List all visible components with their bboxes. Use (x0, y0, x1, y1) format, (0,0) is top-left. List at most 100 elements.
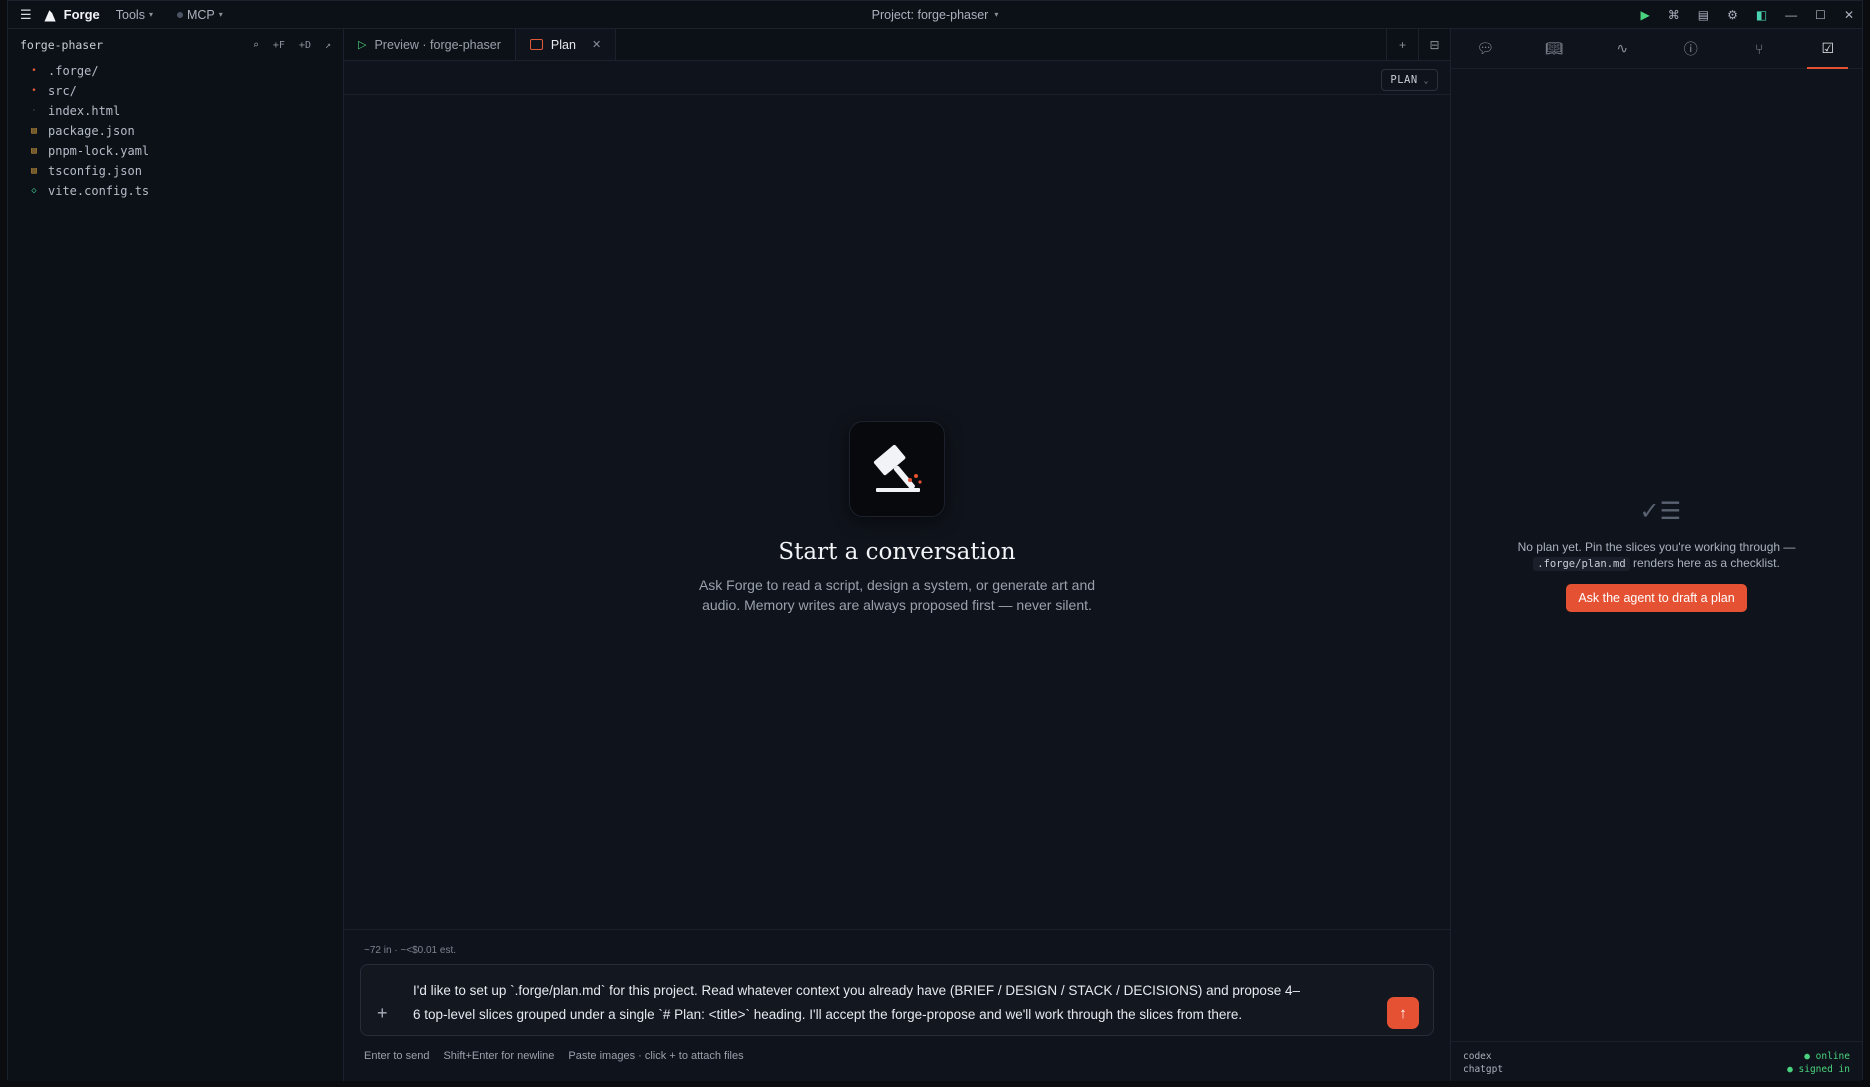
app-name: Forge (63, 7, 100, 22)
plan-file-path: .forge/plan.md (1533, 557, 1630, 571)
split-view-icon[interactable]: ⊟ (1418, 29, 1450, 60)
hint-newline: Shift+Enter for newline (443, 1050, 555, 1062)
message-line-2: 6 top-level slices grouped under a singl… (413, 1007, 1243, 1022)
tools-menu[interactable]: Tools ▾ (116, 8, 153, 22)
agent-name: codex (1463, 1051, 1492, 1062)
new-folder-button[interactable]: +D (299, 40, 311, 51)
checklist-icon: ✓☰ (1639, 498, 1682, 525)
file-name: .forge/ (48, 64, 99, 78)
project-label: Project: forge-phaser (871, 7, 989, 22)
file-name: vite.config.ts (48, 184, 150, 198)
reveal-icon[interactable]: ↗ (325, 40, 331, 51)
new-tab-button[interactable]: + (1386, 29, 1418, 60)
tab-label: Preview · forge-phaser (374, 37, 501, 52)
new-file-button[interactable]: +F (273, 40, 285, 51)
message-text[interactable]: I'd like to set up `.forge/plan.md` for … (413, 979, 1379, 1027)
git-branch-icon: ⑂ (1755, 40, 1764, 57)
mcp-menu-label: MCP (186, 7, 215, 22)
settings-icon[interactable]: ⚙ (1727, 8, 1738, 22)
tree-item-index-html[interactable]: · index.html (8, 101, 343, 121)
chevron-down-icon: ▾ (218, 10, 223, 19)
editor-tabbar: ▷ Preview · forge-phaser Plan ✕ + ⊟ (344, 29, 1450, 61)
hint-attach: Paste images · click + to attach files (568, 1050, 744, 1062)
hamburger-menu-icon[interactable]: ☰ (20, 7, 32, 23)
right-panel-tabs: 💬︎ 📖︎ ∿ ⓘ ⑂ ☑ (1451, 29, 1862, 69)
terminal-icon[interactable]: ▤ (1698, 8, 1709, 22)
file-name: src/ (48, 84, 77, 98)
file-icon: · (31, 106, 37, 116)
send-button[interactable]: ↑ (1387, 997, 1419, 1029)
right-panel: 💬︎ 📖︎ ∿ ⓘ ⑂ ☑ ✓☰ No plan yet. Pin the sl… (1450, 29, 1862, 1081)
tree-item-tsconfig[interactable]: ▤ tsconfig.json (8, 161, 343, 181)
folder-icon: • (31, 86, 37, 96)
title-bar: ☰ Forge Tools ▾ MCP ▾ Project: forge-pha… (8, 1, 1862, 29)
tree-item-forge[interactable]: • .forge/ (8, 61, 343, 81)
forge-logo-icon (44, 10, 56, 22)
tab-preview[interactable]: ▷ Preview · forge-phaser (344, 29, 516, 60)
file-tree: • .forge/ • src/ · index.html ▤ package.… (8, 61, 343, 201)
tab-label: Plan (550, 37, 576, 52)
chevron-down-icon: ⌄ (1423, 75, 1429, 85)
main-editor: ▷ Preview · forge-phaser Plan ✕ + ⊟ PLAN… (344, 29, 1450, 1081)
gavel-icon (849, 421, 945, 517)
plan-empty-line-1: No plan yet. Pin the slices you're worki… (1517, 540, 1796, 554)
yaml-file-icon: ▤ (31, 146, 37, 156)
search-files-icon[interactable]: ⌕ (253, 40, 259, 51)
empty-state: Start a conversation Ask Forge to read a… (344, 421, 1450, 615)
folder-icon: • (31, 66, 37, 76)
file-name: tsconfig.json (48, 164, 142, 178)
tree-item-vite-config[interactable]: ◇ vite.config.ts (8, 181, 343, 201)
tab-plan-checklist[interactable]: ☑ (1794, 29, 1863, 69)
app-brand: Forge (42, 7, 100, 22)
tab-activity[interactable]: ∿ (1588, 29, 1657, 68)
layout-toggle-icon[interactable]: ◧ (1756, 8, 1767, 22)
tab-git[interactable]: ⑂ (1725, 29, 1794, 68)
composer-area: ~72 in · ~<$0.01 est. + I'd like to set … (344, 929, 1450, 1081)
info-icon: ⓘ (1683, 40, 1698, 57)
arrow-up-icon: ↑ (1399, 1004, 1407, 1022)
app-window: ☰ Forge Tools ▾ MCP ▾ Project: forge-pha… (7, 0, 1863, 1081)
agent-status: codex ● online chatgpt ● signed in (1451, 1041, 1862, 1081)
file-name: package.json (48, 124, 135, 138)
minimize-icon[interactable]: — (1785, 8, 1797, 22)
mode-label: PLAN (1390, 74, 1418, 86)
agent-state: ● signed in (1787, 1064, 1850, 1075)
token-estimate: ~72 in · ~<$0.01 est. (364, 945, 457, 956)
file-explorer: forge-phaser ⌕ +F +D ↗ • .forge/ • src/ … (8, 29, 344, 1081)
hint-send: Enter to send (364, 1050, 430, 1062)
tab-info[interactable]: ⓘ (1657, 29, 1726, 68)
agent-state: ● online (1804, 1051, 1850, 1062)
tab-plan[interactable]: Plan ✕ (515, 29, 617, 60)
mcp-status-dot-icon (176, 11, 183, 18)
explorer-title: forge-phaser (20, 38, 104, 52)
tree-item-src[interactable]: • src/ (8, 81, 343, 101)
tab-chat-history[interactable]: 💬︎ (1451, 29, 1520, 68)
tree-item-package-json[interactable]: ▤ package.json (8, 121, 343, 141)
tools-menu-label: Tools (115, 7, 145, 22)
message-input[interactable]: + I'd like to set up `.forge/plan.md` fo… (360, 964, 1434, 1036)
mode-selector[interactable]: PLAN ⌄ (1381, 69, 1438, 91)
chevron-down-icon: ▾ (994, 10, 999, 19)
project-selector[interactable]: Project: forge-phaser ▾ (872, 8, 999, 22)
file-name: index.html (48, 104, 121, 118)
command-icon[interactable]: ⌘ (1668, 8, 1680, 22)
close-icon[interactable]: ✕ (1844, 8, 1854, 22)
empty-title: Start a conversation (778, 539, 1016, 565)
tab-docs[interactable]: 📖︎ (1520, 29, 1589, 68)
tree-item-pnpm-lock[interactable]: ▤ pnpm-lock.yaml (8, 141, 343, 161)
draft-plan-button[interactable]: Ask the agent to draft a plan (1566, 584, 1747, 612)
plan-empty-line-2: renders here as a checklist. (1633, 556, 1780, 570)
json-file-icon: ▤ (31, 166, 37, 176)
chat-icon (529, 39, 543, 50)
activity-icon: ∿ (1616, 40, 1629, 56)
run-icon[interactable]: ▶ (1640, 8, 1649, 22)
empty-description-line-2: audio. Memory writes are always proposed… (702, 597, 1092, 613)
agent-name: chatgpt (1463, 1064, 1504, 1075)
close-tab-icon[interactable]: ✕ (592, 38, 601, 51)
attach-plus-icon[interactable]: + (377, 1003, 388, 1024)
book-icon: 📖︎ (1544, 40, 1563, 56)
mode-bar: PLAN ⌄ (344, 61, 1450, 95)
mcp-menu[interactable]: MCP ▾ (176, 7, 223, 22)
explorer-header: forge-phaser ⌕ +F +D ↗ (8, 29, 343, 61)
maximize-icon[interactable]: ☐ (1815, 8, 1826, 22)
